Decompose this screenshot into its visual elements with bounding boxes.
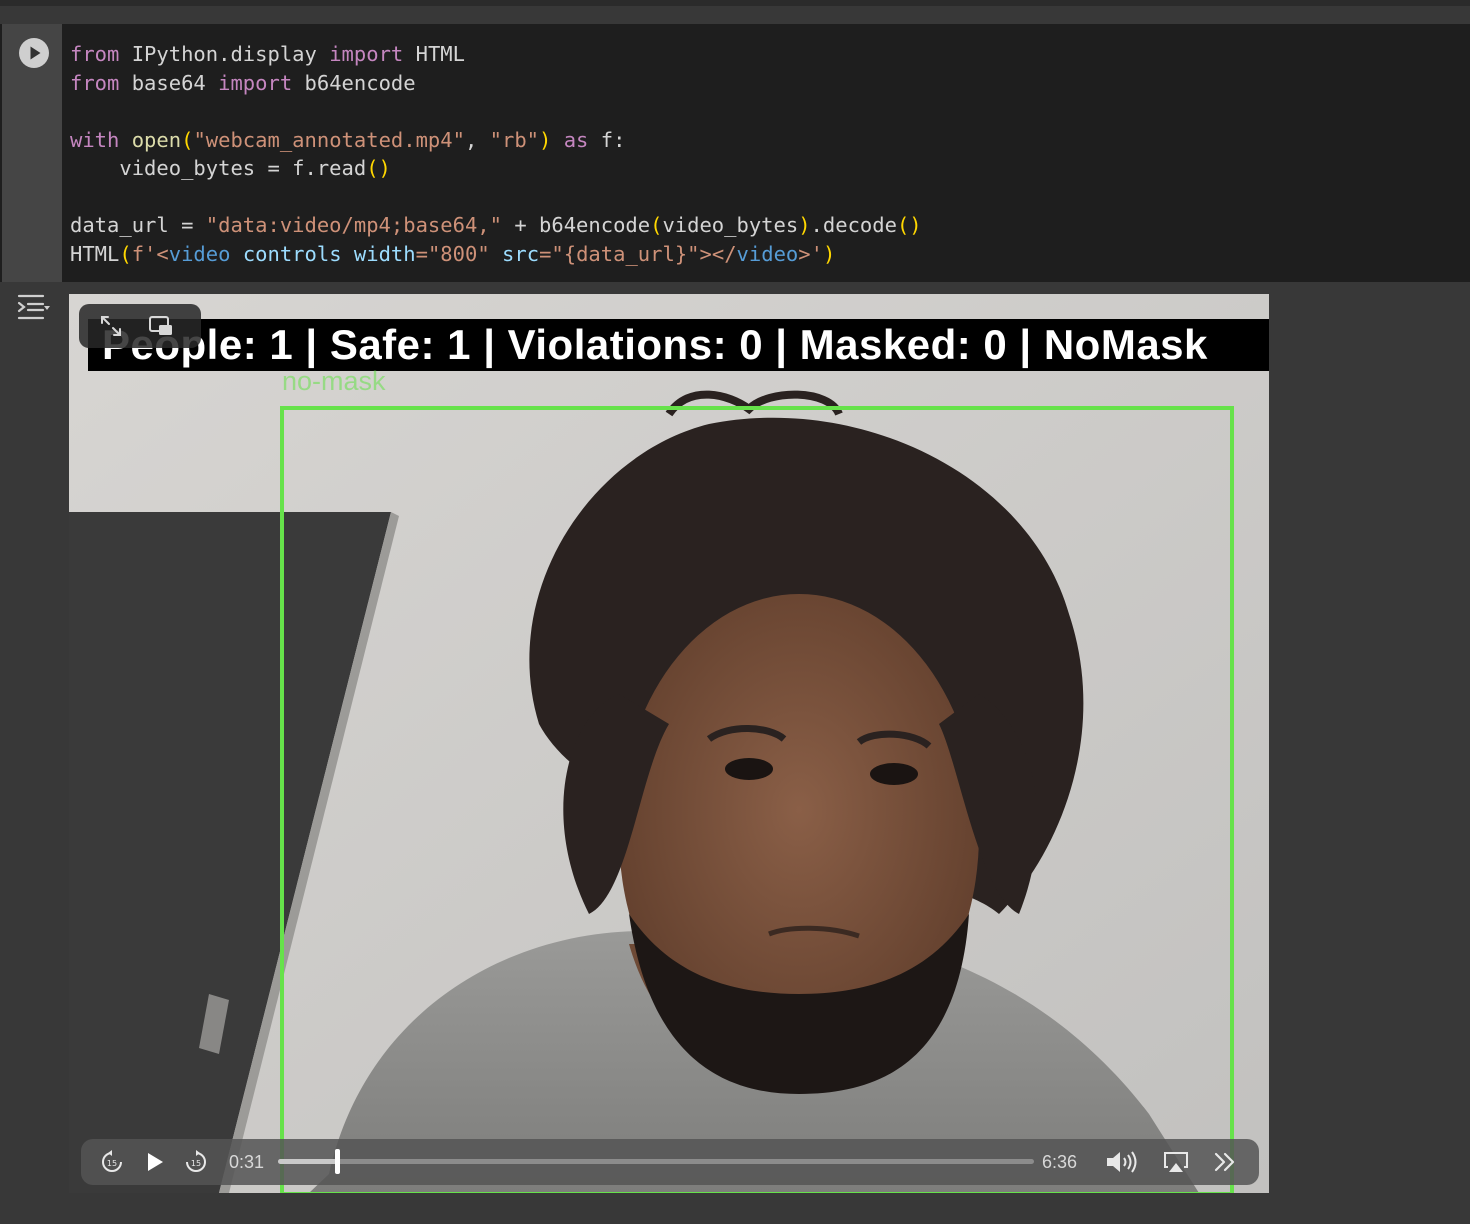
code-line: data_url = "data:video/mp4;base64," + b6…	[70, 211, 922, 240]
code-token: ()	[366, 156, 391, 180]
code-token: from	[70, 42, 120, 66]
volume-icon	[1107, 1151, 1137, 1173]
code-token: import	[329, 42, 404, 66]
code-line: with open("webcam_annotated.mp4", "rb") …	[70, 126, 922, 155]
code-token: data_url =	[70, 213, 206, 237]
output-toggle-button[interactable]	[16, 292, 50, 322]
duration-time: 6:36	[1042, 1152, 1078, 1172]
detection-box	[280, 406, 1234, 1193]
code-token: )	[798, 213, 811, 237]
code-line: HTML(f'<video controls width="800" src="…	[70, 240, 922, 269]
skip-forward-button[interactable]: 15	[183, 1149, 209, 1175]
code-token: "{data_url}"	[551, 241, 700, 266]
video-top-controls	[79, 304, 201, 348]
code-token: import	[218, 70, 293, 95]
skip-back-15-icon: 15	[102, 1150, 122, 1172]
code-cell[interactable]: from IPython.display import HTML from bas…	[0, 24, 1470, 282]
play-button[interactable]	[141, 1148, 169, 1176]
code-token: (	[119, 241, 132, 266]
current-time: 0:31	[229, 1152, 265, 1172]
code-token: + b64encode	[501, 213, 651, 237]
code-token: f'	[131, 241, 157, 266]
svg-text:15: 15	[107, 1159, 117, 1168]
code-token: width	[353, 241, 416, 266]
play-icon	[148, 1153, 163, 1171]
collapse-output-icon	[17, 294, 50, 320]
picture-in-picture-icon	[149, 316, 172, 335]
code-token: with	[70, 127, 120, 152]
code-token: "800"	[427, 241, 490, 266]
code-line: video_bytes = f.read()	[70, 154, 922, 183]
code-token: =	[539, 241, 552, 266]
code-line: from IPython.display import HTML	[70, 40, 922, 69]
code-token: (	[650, 213, 663, 237]
fullscreen-icon	[101, 316, 121, 336]
volume-button[interactable]	[1104, 1149, 1140, 1175]
video-controls-bar: 15 15 0:31 6:36	[81, 1139, 1259, 1185]
seek-thumb[interactable]	[334, 1149, 340, 1174]
code-token: ></	[699, 241, 737, 266]
run-cell-button[interactable]	[19, 38, 49, 68]
code-token: HTML	[403, 42, 465, 66]
code-token: open	[131, 127, 182, 152]
stats-overlay-banner: People: 1 | Safe: 1 | Violations: 0 | Ma…	[88, 319, 1269, 371]
skip-forward-15-icon: 15	[186, 1150, 206, 1172]
code-token: )	[822, 241, 836, 266]
code-editor[interactable]: from IPython.display import HTML from bas…	[70, 40, 922, 268]
code-token: base64	[119, 70, 219, 95]
code-token: as	[563, 127, 589, 152]
detection-label: no-mask	[282, 366, 386, 396]
fullscreen-button[interactable]	[95, 312, 127, 340]
video-player[interactable]: People: 1 | Safe: 1 | Violations: 0 | Ma…	[69, 294, 1269, 1193]
code-token: video	[736, 241, 799, 266]
code-token: "rb"	[489, 127, 540, 152]
code-token: ()	[896, 213, 922, 237]
code-token: video_bytes	[662, 213, 799, 237]
cell-separator	[0, 6, 1470, 24]
seek-bar-progress	[278, 1159, 337, 1164]
code-token: video_bytes = f.read	[70, 156, 367, 180]
picture-in-picture-button[interactable]	[145, 312, 177, 340]
code-token: controls	[242, 241, 342, 266]
code-token: from	[70, 70, 120, 95]
play-icon	[20, 39, 48, 67]
code-token: b64encode	[292, 70, 416, 95]
code-token: ,	[464, 127, 490, 152]
airplay-button[interactable]	[1161, 1149, 1191, 1175]
more-options-button[interactable]	[1210, 1149, 1240, 1175]
code-token: HTML	[70, 241, 120, 266]
code-token: "webcam_annotated.mp4"	[193, 127, 465, 152]
seek-bar[interactable]	[278, 1149, 1034, 1174]
code-token: IPython.display	[119, 42, 330, 66]
code-token: <	[156, 241, 169, 266]
stats-overlay-text: People: 1 | Safe: 1 | Violations: 0 | Ma…	[102, 321, 1208, 368]
svg-text:15: 15	[191, 1159, 201, 1168]
code-token: f:	[588, 127, 626, 152]
code-token: =	[415, 241, 428, 266]
code-token: src	[502, 241, 540, 266]
cell-gutter	[2, 24, 62, 282]
code-token: (	[181, 127, 194, 152]
skip-back-button[interactable]: 15	[99, 1149, 125, 1175]
more-icon	[1214, 1152, 1235, 1172]
code-line: from base64 import b64encode	[70, 69, 922, 98]
cell-output: People: 1 | Safe: 1 | Violations: 0 | Ma…	[0, 282, 1470, 1224]
code-token: )	[539, 127, 552, 152]
code-token: .decode	[810, 213, 897, 237]
code-token: "data:video/mp4;base64,"	[205, 213, 502, 237]
airplay-icon	[1164, 1152, 1188, 1172]
code-token: video	[168, 241, 231, 266]
code-token: >'	[798, 241, 823, 266]
